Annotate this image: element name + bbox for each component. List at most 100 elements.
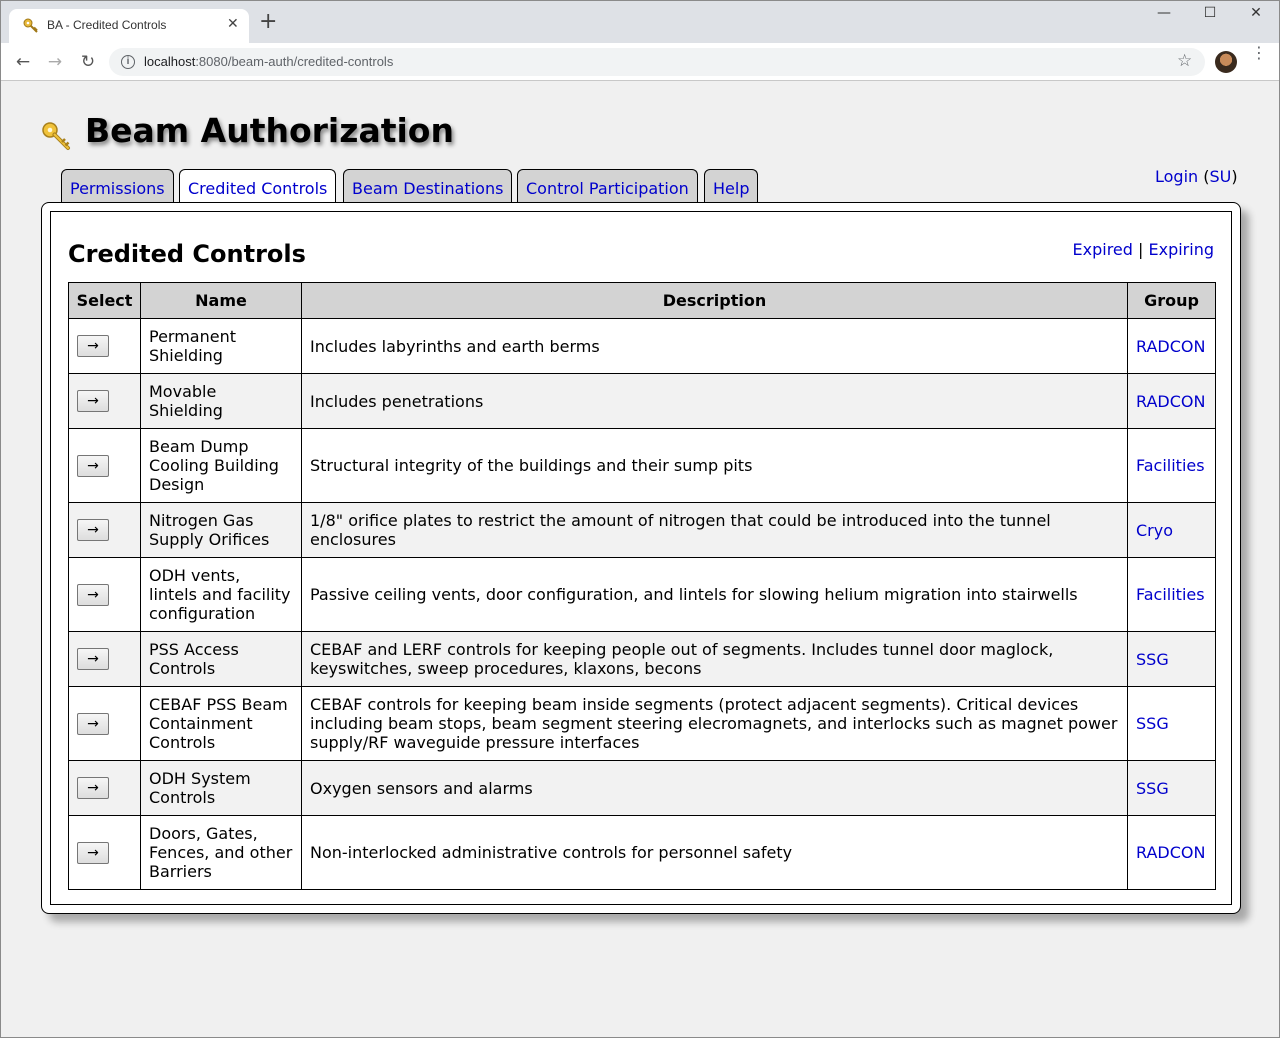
header-description: Description <box>301 282 1128 319</box>
info-icon[interactable]: i <box>121 55 135 69</box>
browser-tab-title: BA - Credited Controls <box>47 18 167 32</box>
link-separator: | <box>1138 240 1144 259</box>
new-tab-icon[interactable]: + <box>259 11 277 33</box>
back-icon[interactable]: ← <box>11 50 35 74</box>
group-cell: SSG <box>1127 686 1216 761</box>
group-cell: RADCON <box>1127 318 1216 374</box>
table-row: → ODH System Controls Oxygen sensors and… <box>68 760 1216 816</box>
select-button[interactable]: → <box>77 583 109 606</box>
browser-menu-icon[interactable]: ⋮ <box>1251 45 1267 61</box>
browser-titlebar: BA - Credited Controls ✕ + — ☐ ✕ <box>1 1 1279 43</box>
content-inner: Credited Controls Expired | Expiring Sel… <box>50 211 1232 905</box>
table-row: → Nitrogen Gas Supply Orifices 1/8" orif… <box>68 502 1216 558</box>
bookmark-star-icon[interactable]: ☆ <box>1177 51 1192 71</box>
expiring-link[interactable]: Expiring <box>1149 240 1215 259</box>
browser-tab[interactable]: BA - Credited Controls ✕ <box>9 9 249 43</box>
name-cell: Doors, Gates, Fences, and other Barriers <box>140 815 302 890</box>
reload-icon[interactable]: ↻ <box>76 50 100 74</box>
group-link[interactable]: RADCON <box>1136 392 1205 411</box>
name-cell: Movable Shielding <box>140 373 302 429</box>
url-text[interactable]: localhost:8080/beam-auth/credited-contro… <box>144 54 393 69</box>
tab-credited-controls[interactable]: Credited Controls <box>179 169 337 204</box>
select-button[interactable]: → <box>77 335 109 357</box>
url-path: :8080/beam-auth/credited-controls <box>195 54 394 69</box>
close-window-icon[interactable]: ✕ <box>1233 5 1279 21</box>
address-bar[interactable]: i localhost:8080/beam-auth/credited-cont… <box>109 48 1205 76</box>
name-cell: ODH System Controls <box>140 760 302 816</box>
header-group: Group <box>1127 282 1216 319</box>
table-row: → Permanent Shielding Includes labyrinth… <box>68 318 1216 374</box>
select-button[interactable]: → <box>77 519 109 541</box>
maximize-icon[interactable]: ☐ <box>1187 5 1233 21</box>
group-cell: Facilities <box>1127 557 1216 632</box>
select-button[interactable]: → <box>77 390 109 412</box>
description-cell: CEBAF and LERF controls for keeping peop… <box>301 631 1128 687</box>
tab-control-participation[interactable]: Control Participation <box>517 169 698 202</box>
group-cell: RADCON <box>1127 815 1216 890</box>
select-cell: → <box>68 631 141 687</box>
table-row: → CEBAF PSS Beam Containment Controls CE… <box>68 686 1216 761</box>
select-cell: → <box>68 815 141 890</box>
description-cell: 1/8" orifice plates to restrict the amou… <box>301 502 1128 558</box>
select-cell: → <box>68 318 141 374</box>
tab-permissions[interactable]: Permissions <box>61 169 174 202</box>
filter-links: Expired | Expiring <box>1073 240 1214 259</box>
expired-link[interactable]: Expired <box>1073 240 1133 259</box>
key-icon <box>23 18 38 33</box>
browser-toolbar: ← → ↻ i localhost:8080/beam-auth/credite… <box>1 43 1279 81</box>
group-cell: RADCON <box>1127 373 1216 429</box>
description-cell: Non-interlocked administrative controls … <box>301 815 1128 890</box>
name-cell: Beam Dump Cooling Building Design <box>140 428 302 503</box>
description-cell: Includes labyrinths and earth berms <box>301 318 1128 374</box>
select-cell: → <box>68 373 141 429</box>
su-link[interactable]: SU <box>1210 167 1232 186</box>
minimize-icon[interactable]: — <box>1141 5 1187 21</box>
description-cell: Passive ceiling vents, door configuratio… <box>301 557 1128 632</box>
name-cell: PSS Access Controls <box>140 631 302 687</box>
header-select: Select <box>68 282 141 319</box>
group-cell: SSG <box>1127 631 1216 687</box>
table-row: → Doors, Gates, Fences, and other Barrie… <box>68 815 1216 890</box>
tab-beam-destinations[interactable]: Beam Destinations <box>343 169 513 202</box>
app-title: Beam Authorization <box>85 111 454 150</box>
group-link[interactable]: Facilities <box>1136 585 1205 604</box>
group-cell: SSG <box>1127 760 1216 816</box>
group-link[interactable]: Facilities <box>1136 456 1205 475</box>
table-row: → Movable Shielding Includes penetration… <box>68 373 1216 429</box>
select-button[interactable]: → <box>77 454 109 477</box>
page-title: Credited Controls <box>68 240 306 268</box>
login-link[interactable]: Login <box>1155 167 1198 186</box>
url-host: localhost <box>144 54 196 69</box>
select-button[interactable]: → <box>77 648 109 670</box>
forward-icon[interactable]: → <box>43 50 67 74</box>
group-link[interactable]: Cryo <box>1136 521 1173 540</box>
select-cell: → <box>68 502 141 558</box>
table-header-row: Select Name Description Group <box>68 282 1216 319</box>
select-button[interactable]: → <box>77 712 109 735</box>
close-tab-icon[interactable]: ✕ <box>227 16 239 32</box>
group-cell: Facilities <box>1127 428 1216 503</box>
group-link[interactable]: RADCON <box>1136 337 1205 356</box>
group-link[interactable]: SSG <box>1136 779 1169 798</box>
description-cell: Structural integrity of the buildings an… <box>301 428 1128 503</box>
group-link[interactable]: SSG <box>1136 650 1169 669</box>
select-cell: → <box>68 686 141 761</box>
group-link[interactable]: SSG <box>1136 714 1169 733</box>
table-row: → Beam Dump Cooling Building Design Stru… <box>68 428 1216 503</box>
name-cell: CEBAF PSS Beam Containment Controls <box>140 686 302 761</box>
select-button[interactable]: → <box>77 841 109 864</box>
description-cell: CEBAF controls for keeping beam inside s… <box>301 686 1128 761</box>
description-cell: Includes penetrations <box>301 373 1128 429</box>
tab-help[interactable]: Help <box>704 169 759 202</box>
header-name: Name <box>140 282 302 319</box>
profile-avatar[interactable] <box>1215 51 1237 73</box>
description-cell: Oxygen sensors and alarms <box>301 760 1128 816</box>
table-row: → PSS Access Controls CEBAF and LERF con… <box>68 631 1216 687</box>
login-area: Login (SU) <box>1155 167 1238 186</box>
select-button[interactable]: → <box>77 777 109 799</box>
select-cell: → <box>68 760 141 816</box>
select-cell: → <box>68 428 141 503</box>
browser-window: BA - Credited Controls ✕ + — ☐ ✕ ← → ↻ i… <box>0 0 1280 1038</box>
group-cell: Cryo <box>1127 502 1216 558</box>
group-link[interactable]: RADCON <box>1136 843 1205 862</box>
